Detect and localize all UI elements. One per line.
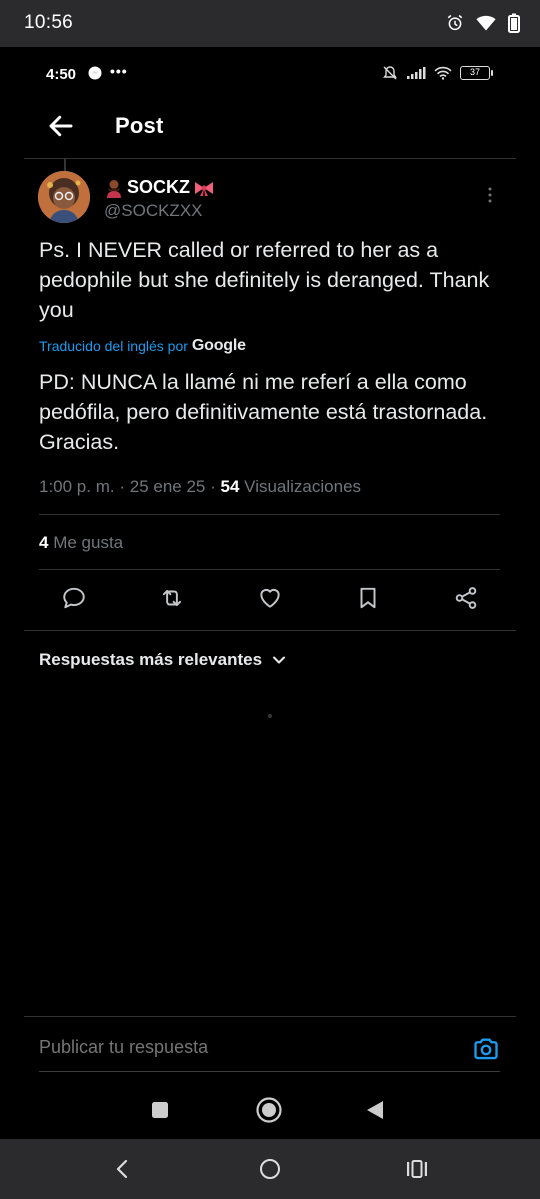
translator-name: Google (191, 337, 246, 354)
likes-summary[interactable]: 4 Me gusta (39, 533, 123, 553)
bookmark-icon[interactable] (355, 585, 381, 611)
repost-icon[interactable] (159, 585, 185, 611)
reply-icon[interactable] (61, 585, 87, 611)
avatar-illustration (38, 171, 90, 223)
page-title: Post (115, 113, 164, 138)
author-display-name[interactable]: SOCKZ (127, 177, 190, 198)
post-translation-text: PD: NUNCA la llamé ni me referí a ella c… (39, 370, 488, 454)
like-heart-icon[interactable] (257, 585, 283, 611)
outer-recents-icon[interactable] (406, 1160, 428, 1178)
outer-navigation-bar (0, 1139, 540, 1199)
replies-sort-label[interactable]: Respuestas más relevantes (39, 650, 262, 670)
outer-clock: 10:56 (24, 12, 74, 33)
loading-indicator (268, 714, 272, 718)
share-icon[interactable] (453, 585, 479, 611)
divider (39, 514, 500, 515)
outer-home-circle-icon[interactable] (259, 1158, 281, 1180)
more-options-icon[interactable] (482, 185, 498, 205)
views-count: 54 (220, 477, 240, 496)
post-time: 1:00 p. m. (39, 477, 115, 496)
author-handle[interactable]: @SOCKZXX (104, 201, 203, 221)
ribbon-emoji-icon (195, 181, 213, 196)
thread-connector-line (64, 159, 66, 171)
views-label: Visualizaciones (244, 477, 362, 496)
messenger-icon (88, 66, 102, 80)
person-emoji-icon (107, 179, 121, 198)
top-app-bar: Post (24, 97, 516, 159)
outer-status-icons (446, 12, 520, 34)
reply-input-underline (39, 1071, 500, 1072)
inner-status-icons: 37 (382, 65, 493, 81)
post-meta: 1:00 p. m. · 25 ene 25 · 54 Visualizacio… (39, 477, 361, 497)
reply-bar-divider (24, 1016, 516, 1017)
meta-separator: · (210, 477, 221, 496)
likes-label[interactable]: Me gusta (53, 533, 123, 552)
author-name-row[interactable]: SOCKZ (104, 177, 215, 198)
avatar[interactable] (38, 171, 90, 223)
divider (39, 569, 500, 570)
inner-battery-indicator: 37 (460, 66, 493, 80)
chevron-down-icon (273, 656, 286, 664)
post-action-bar (39, 585, 500, 615)
inner-wifi-icon (434, 66, 452, 80)
more-notifications-icon: ••• (110, 63, 128, 79)
section-divider (24, 630, 516, 631)
inner-status-bar: 4:50 ••• 37 (0, 47, 540, 97)
battery-icon (508, 13, 520, 33)
inner-clock: 4:50 (46, 66, 77, 83)
likes-count[interactable]: 4 (39, 533, 48, 552)
back-arrow-icon[interactable] (46, 111, 76, 141)
outer-status-bar: 10:56 (0, 0, 540, 47)
wifi-icon (476, 15, 496, 31)
inner-navigation-bar (0, 1087, 540, 1131)
inner-home-icon[interactable] (255, 1096, 283, 1124)
outer-back-chevron-icon[interactable] (114, 1159, 130, 1179)
inner-screen: 4:50 ••• 37 Post SOCKZ @SOCKZXX Ps. I NE… (0, 47, 540, 1139)
reply-input[interactable] (39, 1037, 439, 1058)
translation-attribution[interactable]: Traducido del inglés por Google (39, 337, 246, 355)
post-date: 25 ene 25 (129, 477, 206, 496)
inner-back-icon[interactable] (366, 1100, 384, 1120)
replies-sort-dropdown[interactable]: Respuestas más relevantes (39, 650, 286, 670)
inner-recents-icon[interactable] (151, 1101, 169, 1119)
camera-icon[interactable] (472, 1035, 500, 1063)
signal-icon (407, 67, 426, 79)
alarm-icon (447, 14, 463, 31)
translated-label[interactable]: Traducido del inglés por (39, 338, 188, 354)
muted-bell-icon (383, 66, 397, 80)
meta-separator: · (119, 477, 130, 496)
post-body-text: Ps. I NEVER called or referred to her as… (39, 238, 490, 322)
